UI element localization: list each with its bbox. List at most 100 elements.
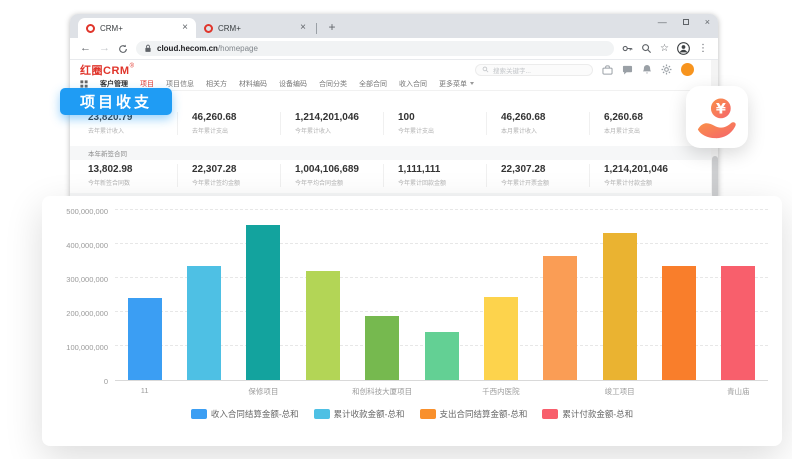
bookmark-star-icon[interactable]: ☆ bbox=[660, 44, 669, 54]
stat-label: 今年累计付款金额 bbox=[604, 178, 698, 187]
chart-bar[interactable] bbox=[187, 266, 221, 380]
tab-title: CRM+ bbox=[100, 24, 177, 33]
hand-holding-coin-icon: ¥ bbox=[694, 94, 740, 140]
legend-item[interactable]: 累计付款金额-总和 bbox=[542, 408, 633, 420]
legend-item[interactable]: 收入合同结算金额-总和 bbox=[191, 408, 299, 420]
stat-cell: 100今年累计支出 bbox=[383, 112, 500, 135]
reload-icon bbox=[118, 44, 128, 54]
stat-label: 本月累计收入 bbox=[501, 126, 595, 135]
stat-value: 46,260.68 bbox=[501, 112, 595, 123]
url-bar[interactable]: cloud.hecom.cn/homepage bbox=[136, 41, 614, 56]
legend-label: 累计收款金额-总和 bbox=[334, 408, 405, 420]
section-band: 本年新签合同 bbox=[70, 146, 711, 160]
crm-nav-item[interactable]: 材料编码 bbox=[239, 79, 267, 89]
stat-value: 22,307.28 bbox=[501, 164, 595, 175]
x-axis-label: 保修项目 bbox=[248, 386, 278, 397]
crm-nav-item[interactable]: 收入合同 bbox=[399, 79, 427, 89]
search-icon bbox=[482, 66, 489, 73]
chart-bar[interactable] bbox=[484, 297, 518, 380]
chart-bar[interactable] bbox=[128, 298, 162, 380]
stat-cell: 46,260.68 去年累计支出 bbox=[177, 112, 294, 135]
legend-item[interactable]: 支出合同结算金额-总和 bbox=[420, 408, 528, 420]
y-axis-tick-label: 300,000,000 bbox=[42, 275, 108, 284]
chart-bar[interactable] bbox=[603, 233, 637, 380]
legend-label: 累计付款金额-总和 bbox=[562, 408, 633, 420]
y-axis-tick-label: 100,000,000 bbox=[42, 343, 108, 352]
legend-swatch bbox=[542, 409, 558, 419]
stat-label: 今年累计签约金额 bbox=[192, 178, 286, 187]
chart-bar[interactable] bbox=[306, 271, 340, 380]
stat-label: 去年累计收入 bbox=[88, 126, 183, 135]
crm-nav-item[interactable]: 相关方 bbox=[206, 79, 227, 89]
zoom-page-icon[interactable] bbox=[641, 43, 652, 54]
user-avatar[interactable] bbox=[681, 63, 694, 76]
stat-cell: 1,111,111 今年累计回款金额 bbox=[383, 164, 500, 187]
crm-nav-item[interactable]: 更多菜单 bbox=[439, 79, 474, 89]
stat-cell: 22,307.28今年累计签约金额 bbox=[177, 164, 294, 187]
stat-label: 今年平均合同金额 bbox=[295, 178, 389, 187]
briefcase-icon[interactable] bbox=[602, 65, 613, 75]
tab-close-icon[interactable]: × bbox=[182, 23, 188, 33]
bell-icon[interactable] bbox=[642, 64, 652, 75]
apps-grid-icon[interactable] bbox=[80, 80, 88, 88]
stat-cell: 22,307.28今年累计开票金额 bbox=[486, 164, 603, 187]
x-axis-label: 和创科技大厦项目 bbox=[352, 386, 412, 397]
crm-nav-item[interactable]: 客户管理 bbox=[100, 79, 128, 89]
crm-nav-item[interactable]: 合同分类 bbox=[319, 79, 347, 89]
legend-swatch bbox=[191, 409, 207, 419]
stat-value: 100 bbox=[398, 112, 492, 123]
tab-close-icon[interactable]: × bbox=[300, 23, 306, 33]
crm-logo: 红圈CRM® bbox=[80, 61, 134, 79]
crm-favicon-icon bbox=[204, 24, 213, 33]
browser-tab-active[interactable]: CRM+ × bbox=[78, 18, 196, 38]
money-icon-card: ¥ bbox=[686, 86, 748, 148]
chart-bar[interactable] bbox=[425, 332, 459, 380]
stats-row-new-contracts: 13,802.98今年新签合同数22,307.28今年累计签约金额1,004,1… bbox=[70, 164, 706, 187]
crm-nav-item[interactable]: 项目信息 bbox=[166, 79, 194, 89]
browser-tab-inactive[interactable]: CRM+ × bbox=[196, 18, 314, 38]
window-close-button[interactable]: × bbox=[705, 17, 710, 27]
y-axis-tick-label: 0 bbox=[42, 377, 108, 386]
stat-label: 今年累计回款金额 bbox=[398, 178, 492, 187]
chart-plot-area bbox=[115, 211, 768, 381]
search-placeholder: 搜索关键字... bbox=[493, 65, 531, 75]
section-title: 本年新签合同 bbox=[88, 148, 127, 158]
browser-tab-strip: CRM+ × CRM+ × + — × bbox=[70, 14, 718, 38]
legend-label: 收入合同结算金额-总和 bbox=[211, 408, 299, 420]
chart-bar[interactable] bbox=[365, 316, 399, 380]
scrollbar-thumb[interactable] bbox=[712, 156, 718, 198]
window-controls: — × bbox=[658, 15, 710, 29]
key-icon bbox=[622, 43, 633, 54]
chart-bar[interactable] bbox=[543, 256, 577, 380]
stat-label: 今年新签合同数 bbox=[88, 178, 183, 187]
window-minimize-button[interactable]: — bbox=[658, 17, 667, 27]
stats-row-overview: 23,820.79去年累计收入46,260.68去年累计支出1,214,201,… bbox=[70, 112, 706, 135]
chart-bar[interactable] bbox=[662, 266, 696, 380]
forward-button[interactable]: → bbox=[99, 43, 110, 54]
crm-nav-item[interactable]: 项目 bbox=[140, 79, 154, 89]
crm-search-input[interactable]: 搜索关键字... bbox=[475, 64, 593, 76]
stat-label: 去年累计支出 bbox=[192, 126, 286, 135]
crm-nav-item[interactable]: 设备编码 bbox=[279, 79, 307, 89]
back-button[interactable]: ← bbox=[80, 43, 91, 54]
stat-cell: 23,820.79去年累计收入 bbox=[88, 112, 191, 135]
password-key-icon[interactable] bbox=[622, 43, 633, 54]
legend-item[interactable]: 累计收款金额-总和 bbox=[314, 408, 405, 420]
stat-value: 1,111,111 bbox=[398, 164, 492, 175]
settings-gear-icon[interactable] bbox=[661, 64, 672, 75]
chart-bar[interactable] bbox=[721, 266, 755, 380]
browser-menu-icon[interactable]: ⋮ bbox=[698, 44, 708, 54]
browser-profile-avatar[interactable] bbox=[677, 42, 690, 55]
legend-swatch bbox=[420, 409, 436, 419]
y-axis-tick-label: 200,000,000 bbox=[42, 309, 108, 318]
new-tab-button[interactable]: + bbox=[323, 18, 341, 36]
stat-cell: 1,214,201,046今年累计付款金额 bbox=[589, 164, 706, 187]
crm-nav-item[interactable]: 全部合同 bbox=[359, 79, 387, 89]
magnifier-icon bbox=[641, 43, 652, 54]
window-maximize-button[interactable] bbox=[683, 19, 689, 25]
stat-value: 46,260.68 bbox=[192, 112, 286, 123]
chart-bar[interactable] bbox=[246, 225, 280, 380]
reload-button[interactable] bbox=[118, 44, 128, 54]
chat-icon[interactable] bbox=[622, 65, 633, 75]
chart-card: 500,000,000400,000,000300,000,000200,000… bbox=[42, 196, 782, 446]
